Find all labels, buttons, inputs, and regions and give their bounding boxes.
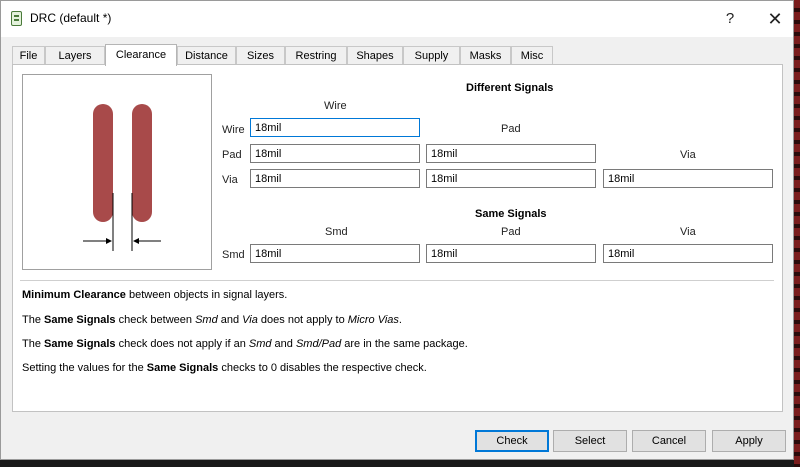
smd-via-clearance-input[interactable] [603, 244, 773, 263]
smd-pad-clearance-input[interactable] [426, 244, 596, 263]
right-pad-shape [132, 104, 152, 222]
description-line-3: The Same Signals check does not apply if… [22, 338, 468, 350]
background-desktop [794, 0, 800, 467]
select-button[interactable]: Select [553, 430, 627, 452]
app-icon [11, 11, 22, 26]
tab-layers[interactable]: Layers [45, 46, 105, 65]
description-line-2: The Same Signals check between Smd and V… [22, 314, 402, 326]
tab-restring[interactable]: Restring [285, 46, 347, 65]
via-wire-clearance-input[interactable] [250, 169, 420, 188]
row-head-wire: Wire [222, 124, 245, 136]
col-head-wire: Wire [324, 100, 347, 112]
tab-misc[interactable]: Misc [511, 46, 553, 65]
different-signals-title: Different Signals [466, 82, 554, 94]
tab-sizes[interactable]: Sizes [236, 46, 285, 65]
clearance-illustration [22, 74, 212, 270]
description-line-1: Minimum Clearance between objects in sig… [22, 289, 288, 301]
cancel-button[interactable]: Cancel [632, 430, 706, 452]
pad-wire-clearance-input[interactable] [250, 144, 420, 163]
apply-button[interactable]: Apply [712, 430, 786, 452]
check-button[interactable]: Check [475, 430, 549, 452]
tab-distance[interactable]: Distance [177, 46, 236, 65]
left-pad-shape [93, 104, 113, 222]
row-head-via: Via [222, 174, 238, 186]
tab-file[interactable]: File [12, 46, 45, 65]
title-bar: DRC (default *) ? ✕ [1, 1, 793, 37]
window-title: DRC (default *) [30, 11, 112, 25]
col-head-smd: Smd [325, 226, 348, 238]
divider [20, 280, 774, 281]
tab-clearance[interactable]: Clearance [105, 44, 177, 66]
smd-smd-clearance-input[interactable] [250, 244, 420, 263]
via-pad-clearance-input[interactable] [426, 169, 596, 188]
col-head-via: Via [680, 149, 696, 161]
col-head-pad: Pad [501, 123, 521, 135]
row-head-smd: Smd [222, 249, 245, 261]
wire-wire-clearance-input[interactable] [250, 118, 420, 137]
col-head-same-via: Via [680, 226, 696, 238]
col-head-same-pad: Pad [501, 226, 521, 238]
via-via-clearance-input[interactable] [603, 169, 773, 188]
pad-pad-clearance-input[interactable] [426, 144, 596, 163]
close-button[interactable]: ✕ [761, 7, 789, 31]
row-head-pad: Pad [222, 149, 242, 161]
same-signals-title: Same Signals [475, 208, 547, 220]
tab-supply[interactable]: Supply [403, 46, 460, 65]
description-line-4: Setting the values for the Same Signals … [22, 362, 427, 374]
help-button[interactable]: ? [716, 7, 744, 31]
tab-masks[interactable]: Masks [460, 46, 511, 65]
tab-shapes[interactable]: Shapes [347, 46, 403, 65]
